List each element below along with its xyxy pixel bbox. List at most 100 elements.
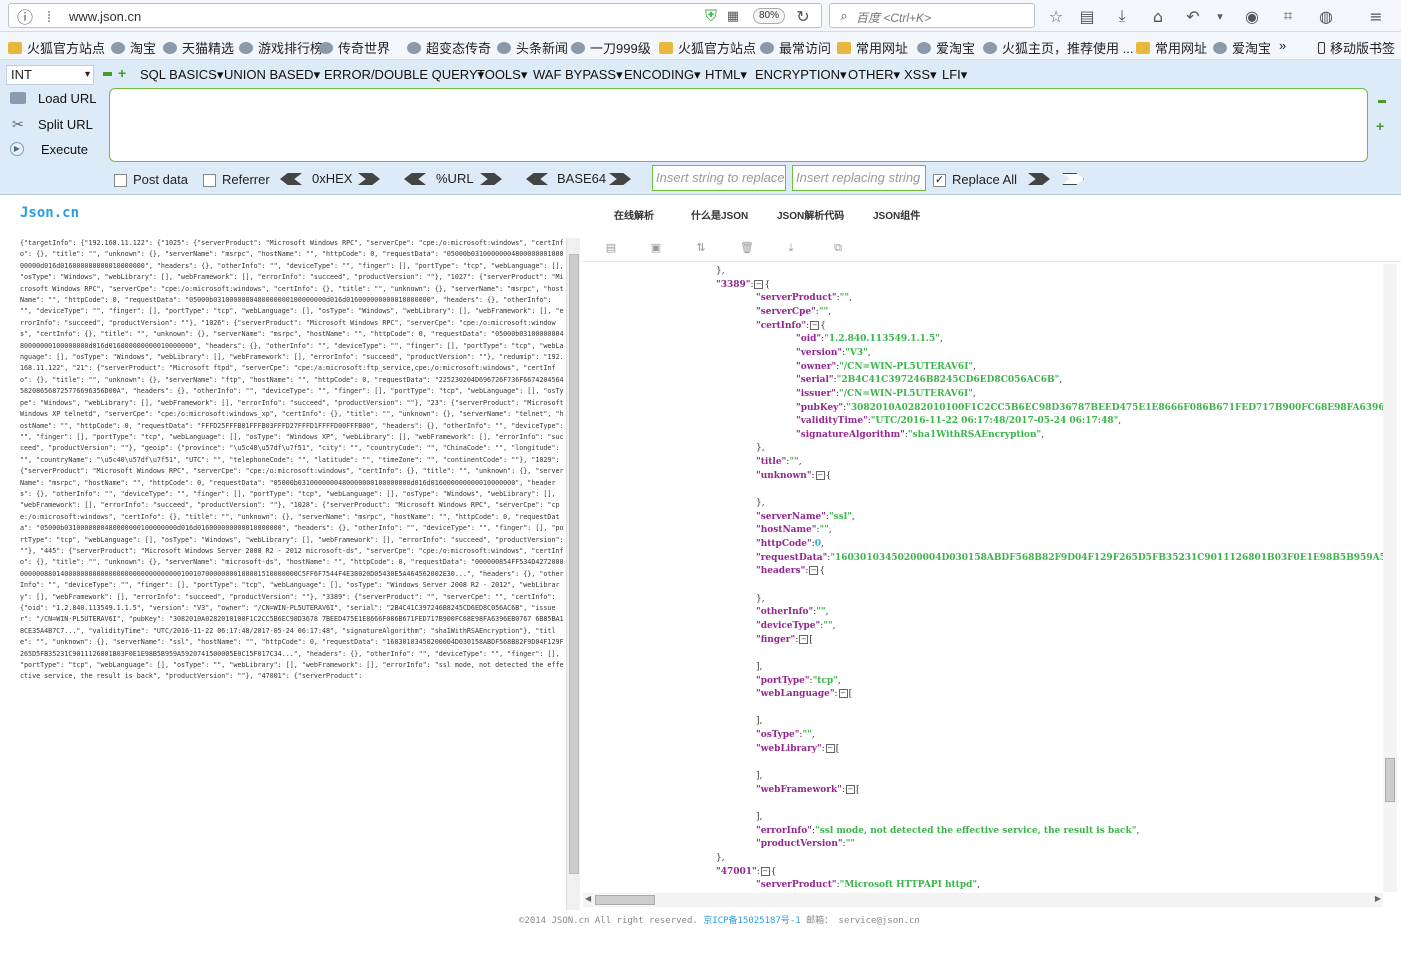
url-bar[interactable]: ⓘ ⁞ www.json.cn ⛨ ▦ 80% ↻: [8, 3, 822, 28]
nav-what-is-json[interactable]: 什么是JSON: [691, 207, 748, 222]
raw-json-input[interactable]: {"targetInfo": {"192.168.11.122": {"1025…: [20, 238, 566, 910]
replace-arrow-icon[interactable]: [1028, 173, 1050, 185]
hackbar-menu-item[interactable]: UNION BASED▾: [224, 67, 320, 83]
delete-icon[interactable]: 🗑: [740, 242, 754, 254]
load-url-button[interactable]: Load URL: [8, 90, 98, 110]
url-encode-arrow-icon[interactable]: [480, 173, 502, 185]
hackbar-menu-item[interactable]: LFI▾: [942, 67, 967, 83]
collapse-toggle-icon[interactable]: −: [810, 320, 820, 330]
chevron-down-icon[interactable]: ▾: [1208, 4, 1232, 28]
collapse-toggle-icon[interactable]: −: [754, 279, 764, 289]
collapse-toggle-icon[interactable]: −: [809, 566, 819, 576]
raw-json-text[interactable]: {"targetInfo": {"192.168.11.122": {"1025…: [20, 238, 566, 683]
url-text[interactable]: www.json.cn: [69, 9, 141, 24]
chat-icon[interactable]: ◉: [1240, 4, 1264, 28]
minus-icon[interactable]: [1378, 100, 1386, 103]
replace-all-checkbox[interactable]: ✓: [933, 174, 946, 187]
nav-json-components[interactable]: JSON组件: [873, 207, 920, 222]
menu-icon[interactable]: ≡: [1364, 4, 1388, 28]
post-data-checkbox[interactable]: [114, 174, 127, 187]
bookmark-item[interactable]: 爱淘宝: [917, 38, 975, 57]
collapse-toggle-icon[interactable]: −: [815, 470, 825, 480]
base64-encode-arrow-icon[interactable]: [609, 173, 631, 185]
bookmark-item[interactable]: 游戏排行榜: [239, 38, 323, 57]
star-icon[interactable]: ☆: [1044, 4, 1068, 28]
bookmark-item[interactable]: 传奇世界: [319, 38, 390, 57]
bookmark-item[interactable]: 淘宝: [111, 38, 156, 57]
base64-decode-arrow-icon[interactable]: [526, 173, 548, 185]
site-logo[interactable]: Json.cn: [20, 205, 79, 221]
hex-encode-arrow-icon[interactable]: [358, 173, 380, 185]
undo-icon[interactable]: ↶: [1181, 4, 1205, 28]
replace-next-arrow-icon[interactable]: [1062, 173, 1084, 185]
plus-icon[interactable]: +: [118, 65, 126, 81]
bookmark-item[interactable]: 爱淘宝: [1213, 38, 1271, 57]
hackbar-type-select[interactable]: INT ▾: [6, 65, 94, 85]
hackbar-menu-item[interactable]: HTML▾: [705, 67, 747, 83]
bookmark-item[interactable]: 天猫精选: [163, 38, 234, 57]
collapse-toggle-icon[interactable]: −: [845, 784, 855, 794]
scroll-right-icon[interactable]: ▶: [1375, 894, 1381, 903]
scroll-left-icon[interactable]: ◀: [585, 894, 591, 903]
hackbar-menu-item[interactable]: TOOLS▾: [477, 67, 527, 83]
download-icon[interactable]: ⤓: [785, 242, 797, 254]
shield-icon[interactable]: ⛨: [699, 4, 723, 28]
plus-icon[interactable]: +: [1376, 118, 1384, 134]
collapse-toggle-icon[interactable]: −: [799, 634, 809, 644]
icp-link[interactable]: 京ICP备15025187号-1: [703, 916, 800, 926]
download-icon[interactable]: ⤓: [1110, 4, 1134, 28]
hackbar-menu-item[interactable]: OTHER▾: [848, 67, 900, 83]
find-string-input[interactable]: Insert string to replace: [652, 165, 786, 191]
horizontal-scrollbar[interactable]: ◀ ▶: [583, 893, 1383, 907]
bookmark-item[interactable]: 常用网址: [837, 38, 908, 57]
collapse-toggle-icon[interactable]: −: [825, 743, 835, 753]
hackbar-menu-item[interactable]: XSS▾: [904, 67, 937, 83]
copy-icon[interactable]: ⧉: [832, 242, 844, 254]
left-scrollbar[interactable]: [566, 238, 580, 910]
crop-icon[interactable]: ⌗: [1276, 4, 1300, 28]
search-bar[interactable]: ⌕ 百度 <Ctrl+K>: [829, 3, 1035, 28]
right-scrollbar[interactable]: [1383, 264, 1397, 892]
bookmark-item[interactable]: 火狐官方站点: [8, 38, 105, 57]
reading-list-icon[interactable]: ▤: [1075, 4, 1099, 28]
right-scrollbar-thumb[interactable]: [1385, 758, 1395, 802]
hex-decode-arrow-icon[interactable]: [280, 173, 302, 185]
hackbar-menu-item[interactable]: WAF BYPASS▾: [533, 67, 623, 83]
bookmark-item[interactable]: 头条新闻: [497, 38, 568, 57]
hackbar-menu-item[interactable]: ENCRYPTION▾: [755, 67, 847, 83]
info-icon[interactable]: ⓘ: [13, 4, 37, 28]
format-icon[interactable]: ▤: [605, 242, 617, 254]
qr-code-icon[interactable]: ▦: [721, 4, 745, 28]
profile-icon[interactable]: ◍: [1314, 4, 1338, 28]
bookmark-item[interactable]: 超变态传奇: [407, 38, 491, 57]
search-placeholder[interactable]: 百度 <Ctrl+K>: [856, 9, 931, 26]
bookmark-item[interactable]: »: [1279, 38, 1286, 53]
hackbar-menu-item[interactable]: ERROR/DOUBLE QUERY▾: [324, 67, 484, 83]
reload-icon[interactable]: ↻: [791, 4, 815, 28]
nav-json-code[interactable]: JSON解析代码: [777, 207, 844, 222]
execute-button[interactable]: ▶ Execute: [8, 141, 98, 161]
minus-icon[interactable]: [103, 72, 112, 76]
bookmark-item[interactable]: 常用网址: [1136, 38, 1207, 57]
url-decode-arrow-icon[interactable]: [404, 173, 426, 185]
bookmark-item[interactable]: 最常访问: [760, 38, 831, 57]
hackbar-url-textarea[interactable]: [109, 88, 1368, 162]
sort-icon[interactable]: ⇅: [695, 242, 707, 254]
bookmark-item[interactable]: 一刀999级: [571, 38, 651, 57]
collapse-toggle-icon[interactable]: −: [760, 866, 770, 876]
bookmark-item[interactable]: 火狐官方站点: [659, 38, 756, 57]
split-url-button[interactable]: ✂ Split URL: [8, 116, 98, 136]
referrer-checkbox[interactable]: [203, 174, 216, 187]
collapse-toggle-icon[interactable]: −: [838, 689, 848, 699]
nav-online-parse[interactable]: 在线解析: [614, 207, 654, 222]
replace-string-input[interactable]: Insert replacing string: [792, 165, 926, 191]
hackbar-menu-item[interactable]: ENCODING▾: [624, 67, 701, 83]
bookmark-item[interactable]: 火狐主页，推荐使用 ...: [983, 38, 1133, 57]
left-scrollbar-thumb[interactable]: [569, 254, 579, 874]
save-icon[interactable]: ▣: [650, 242, 662, 254]
zoom-indicator[interactable]: 80%: [753, 8, 785, 24]
horizontal-scrollbar-thumb[interactable]: [595, 895, 655, 905]
bookmark-item[interactable]: 移动版书签: [1318, 38, 1395, 57]
home-icon[interactable]: ⌂: [1146, 4, 1170, 28]
json-tree-view[interactable]: }, "3389": −{"serverProduct":"", "serverCpe…: [583, 264, 1383, 892]
